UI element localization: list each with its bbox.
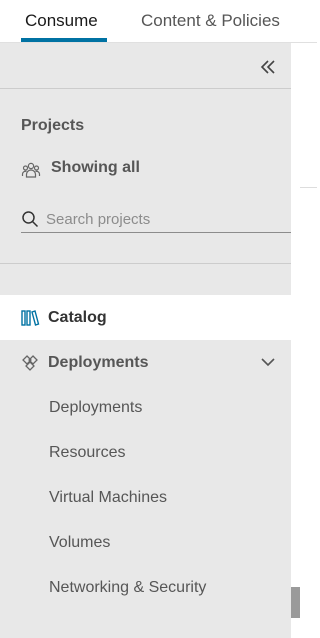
deployments-icon xyxy=(22,354,38,371)
project-filter[interactable]: Showing all xyxy=(21,155,140,181)
sidebar-subitem-virtual-machines[interactable]: Virtual Machines xyxy=(0,475,291,520)
tab-content-policies[interactable]: Content & Policies xyxy=(141,0,280,43)
top-tabs: Consume Content & Policies xyxy=(0,0,317,43)
sidebar-item-catalog[interactable]: Catalog xyxy=(0,295,291,340)
sidebar-item-label: Deployments xyxy=(48,353,149,371)
sidebar-subitem-volumes[interactable]: Volumes xyxy=(0,520,291,565)
sidebar-divider xyxy=(0,263,291,264)
projects-heading: Projects xyxy=(21,117,85,134)
catalog-icon xyxy=(21,309,40,326)
sidebar-scrollbar-thumb[interactable] xyxy=(291,587,300,618)
sidebar-item-deployments[interactable]: Deployments xyxy=(0,340,291,385)
people-icon xyxy=(21,162,41,178)
sidebar-item-label: Catalog xyxy=(48,308,107,326)
project-filter-label: Showing all xyxy=(51,159,140,176)
main-content-edge xyxy=(300,43,317,638)
collapse-sidebar-button[interactable] xyxy=(256,57,280,77)
sidebar-subitem-networking-security[interactable]: Networking & Security xyxy=(0,565,291,610)
double-chevron-left-icon xyxy=(260,60,275,74)
sidebar: Projects Showing all Catalog xyxy=(0,43,291,638)
active-tab-indicator xyxy=(21,38,107,42)
sidebar-subitem-deployments[interactable]: Deployments xyxy=(0,385,291,430)
search-icon xyxy=(22,211,39,228)
chevron-down-icon[interactable] xyxy=(260,354,276,370)
sidebar-subitem-resources[interactable]: Resources xyxy=(0,430,291,475)
main-content-divider xyxy=(300,187,317,188)
tab-consume[interactable]: Consume xyxy=(25,0,98,43)
search-projects-input[interactable] xyxy=(46,210,276,228)
sidebar-divider xyxy=(0,88,291,89)
project-search xyxy=(21,206,291,233)
